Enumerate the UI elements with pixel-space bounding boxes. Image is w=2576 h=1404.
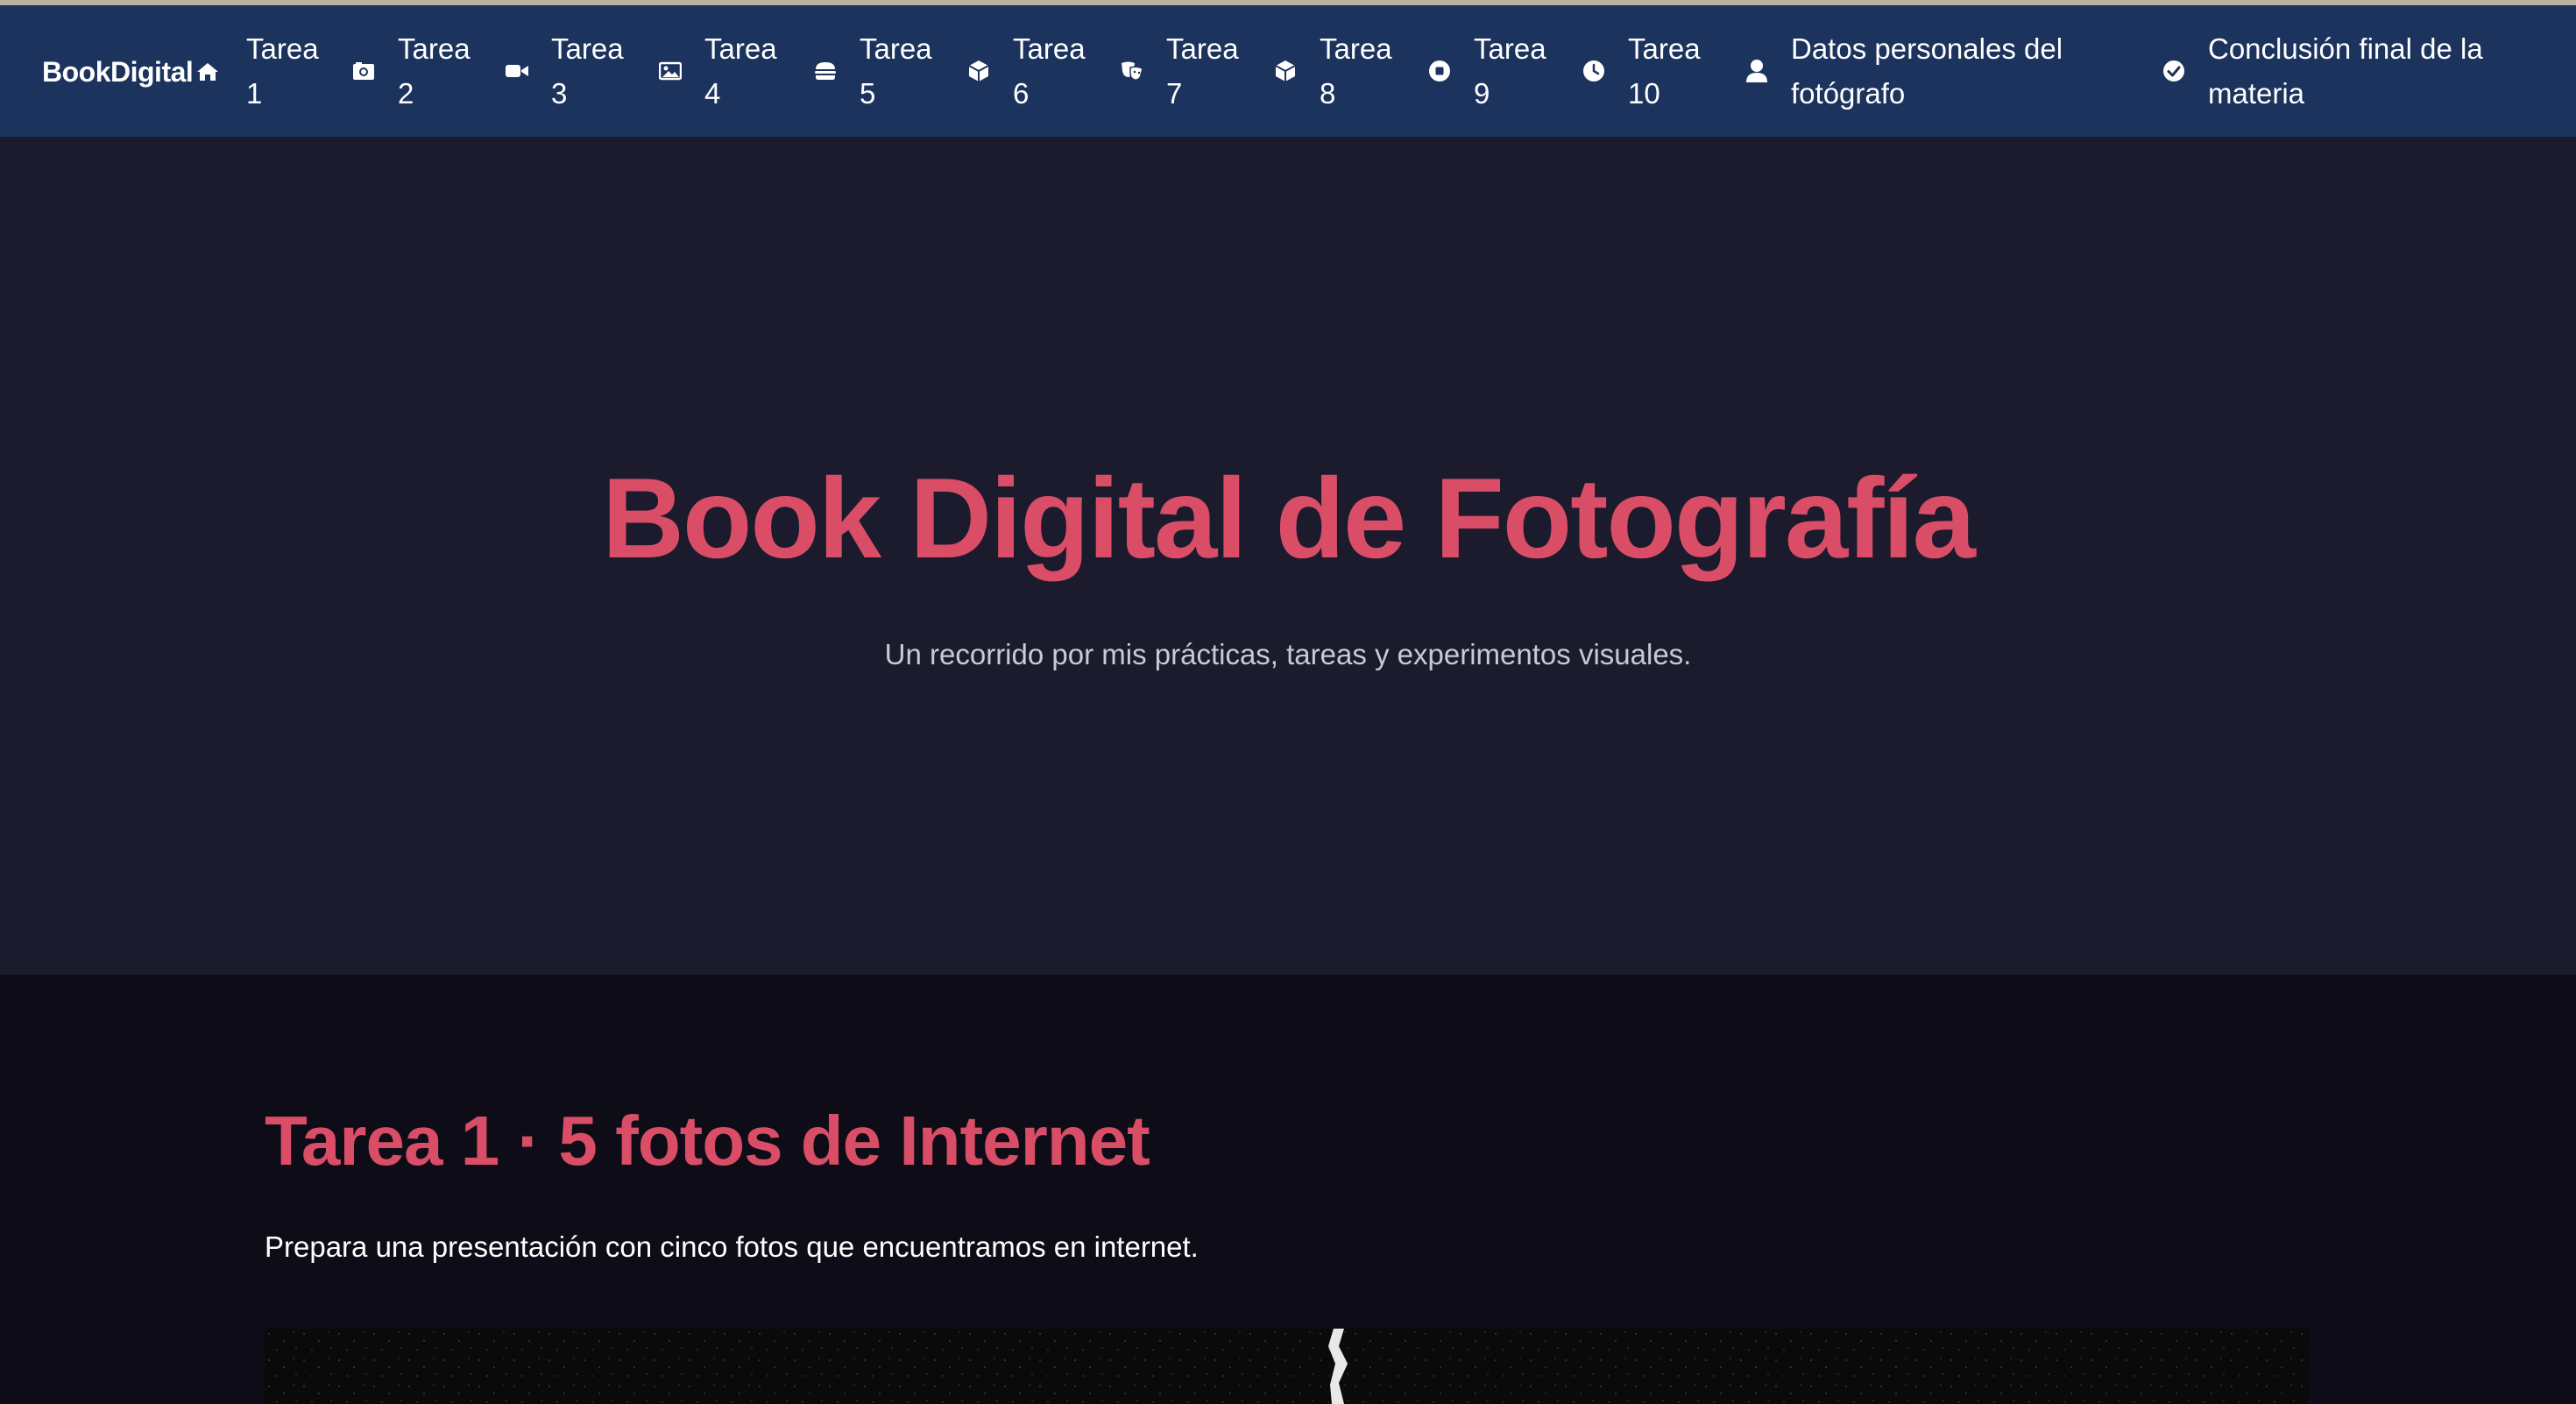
user-icon — [1744, 58, 1770, 84]
hero-title: Book Digital de Fotografía — [602, 454, 1976, 582]
video-icon — [504, 58, 530, 84]
hero-subtitle: Un recorrido por mis prácticas, tareas y… — [884, 638, 1692, 670]
cube-icon — [1272, 58, 1299, 84]
nav-item-tarea-9[interactable]: Tarea 9 — [1426, 26, 1546, 116]
nav-item-label: Tarea 2 — [398, 32, 471, 110]
nav-item-conclusion[interactable]: Conclusión final de la materia — [2161, 26, 2483, 116]
nav-item-label: Tarea 9 — [1474, 32, 1546, 110]
nav-item-datos-personales[interactable]: Datos personales del fotógrafo — [1744, 26, 2063, 116]
section-photo — [265, 1329, 2310, 1404]
stop-circle-icon — [1426, 58, 1453, 84]
top-navbar: BookDigital Tarea 1 Tarea 2 Tarea 3 Tare… — [0, 5, 2576, 137]
nav-item-tarea-10[interactable]: Tarea 10 — [1581, 26, 1701, 116]
nav-item-label: Tarea 3 — [551, 32, 624, 110]
brand-name: BookDigital — [42, 55, 194, 88]
nav-item-tarea-6[interactable]: Tarea 6 — [966, 26, 1086, 116]
nav-item-label: Tarea 7 — [1166, 32, 1239, 110]
nav-item-label: Tarea 5 — [860, 32, 932, 110]
nav-item-tarea-1[interactable]: Tarea 1 — [246, 26, 319, 116]
nav-item-tarea-4[interactable]: Tarea 4 — [657, 26, 777, 116]
nav-item-tarea-5[interactable]: Tarea 5 — [812, 26, 932, 116]
image-icon — [657, 58, 683, 84]
section-description: Prepara una presentación con cinco fotos… — [265, 1230, 1199, 1263]
cube-icon — [966, 58, 992, 84]
nav-item-tarea-3[interactable]: Tarea 3 — [504, 26, 624, 116]
nav-item-label: Tarea 4 — [704, 32, 777, 110]
nav-item-label: Conclusión final de la materia — [2208, 32, 2483, 110]
tarea-1-section: Tarea 1 · 5 fotos de Internet Prepara un… — [0, 975, 2576, 1404]
nav-item-label: Datos personales del fotógrafo — [1791, 32, 2063, 110]
nav-item-label: Tarea 6 — [1013, 32, 1086, 110]
nav-item-label: Tarea 1 — [246, 32, 319, 110]
nav-item-label: Tarea 10 — [1628, 32, 1701, 110]
camera-icon — [350, 58, 377, 84]
home-icon — [197, 63, 219, 81]
masks-icon — [1119, 58, 1145, 84]
section-title: Tarea 1 · 5 fotos de Internet — [265, 1102, 1150, 1180]
photo-texture — [265, 1329, 2310, 1404]
nav-item-tarea-2[interactable]: Tarea 2 — [350, 26, 471, 116]
brand-link[interactable]: BookDigital — [42, 53, 219, 91]
burger-icon — [812, 58, 839, 84]
nav-item-label: Tarea 8 — [1320, 32, 1392, 110]
clock-icon — [1581, 58, 1607, 84]
hero-section: Book Digital de Fotografía Un recorrido … — [0, 137, 2576, 975]
check-circle-icon — [2161, 58, 2187, 84]
nav-item-tarea-7[interactable]: Tarea 7 — [1119, 26, 1239, 116]
nav-item-tarea-8[interactable]: Tarea 8 — [1272, 26, 1392, 116]
